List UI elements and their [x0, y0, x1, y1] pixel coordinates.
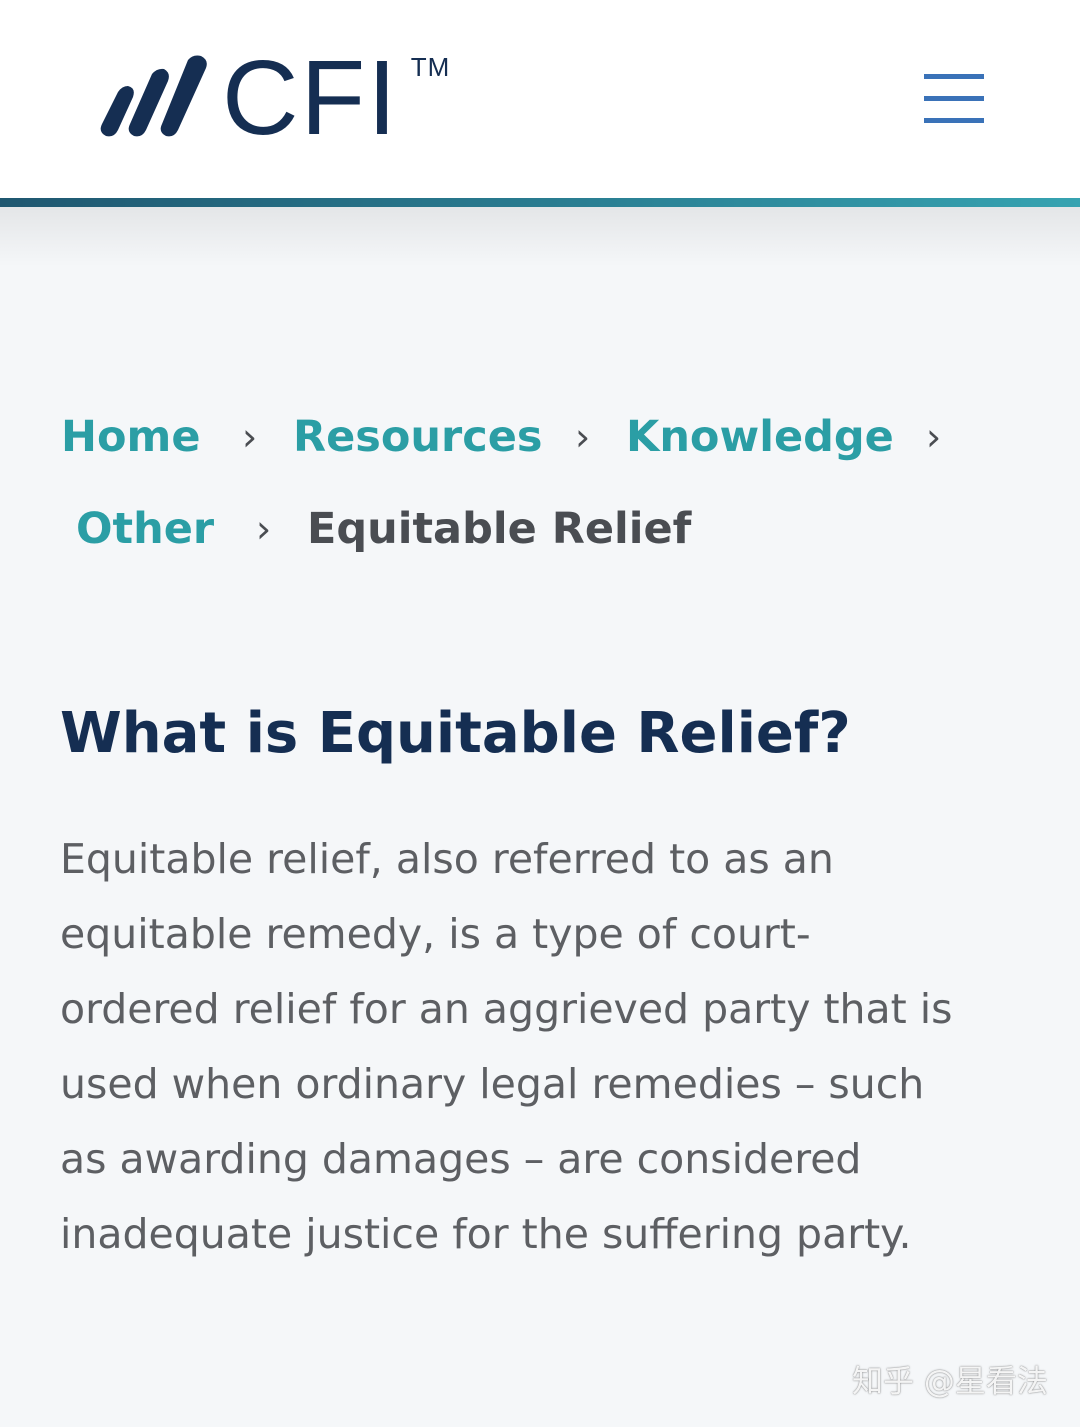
breadcrumb-separator-icon: ›	[926, 415, 942, 459]
hamburger-menu-button[interactable]	[922, 72, 986, 124]
zhihu-watermark: 知乎 @星看法	[852, 1364, 1048, 1400]
breadcrumb-other-link[interactable]: Other	[76, 501, 214, 557]
header-accent-bar	[0, 198, 1080, 207]
hamburger-menu-icon	[924, 74, 984, 123]
paragraph-line: inadequate justice for the suffering par…	[60, 1210, 912, 1258]
paragraph-line: ordered relief for an aggrieved party th…	[60, 985, 953, 1033]
breadcrumb-separator-icon: ›	[575, 415, 591, 459]
paragraph-line: Equitable relief, also referred to as an	[60, 835, 834, 883]
page-title: What is Equitable Relief?	[60, 701, 851, 766]
breadcrumb-separator-icon: ›	[256, 507, 272, 551]
breadcrumb-separator-icon: ›	[242, 415, 258, 459]
article-intro-paragraph: Equitable relief, also referred to as an…	[60, 822, 1030, 1272]
breadcrumb-home-link[interactable]: Home	[61, 409, 201, 465]
site-header: CFI TM	[0, 0, 1080, 198]
trademark-symbol: TM	[410, 52, 451, 82]
logo-wordmark: CFI	[222, 39, 399, 157]
cfi-logo[interactable]: CFI TM	[96, 39, 451, 157]
paragraph-line: used when ordinary legal remedies – such	[60, 1060, 925, 1108]
breadcrumb-resources-link[interactable]: Resources	[293, 409, 542, 465]
paragraph-line: as awarding damages – are considered	[60, 1135, 862, 1183]
header-shadow	[0, 207, 1080, 267]
breadcrumb-knowledge-link[interactable]: Knowledge	[626, 409, 894, 465]
paragraph-line: equitable remedy, is a type of court-	[60, 910, 811, 958]
breadcrumb-current-page: Equitable Relief	[307, 504, 692, 554]
cfi-slashes-logo-icon	[100, 55, 207, 137]
